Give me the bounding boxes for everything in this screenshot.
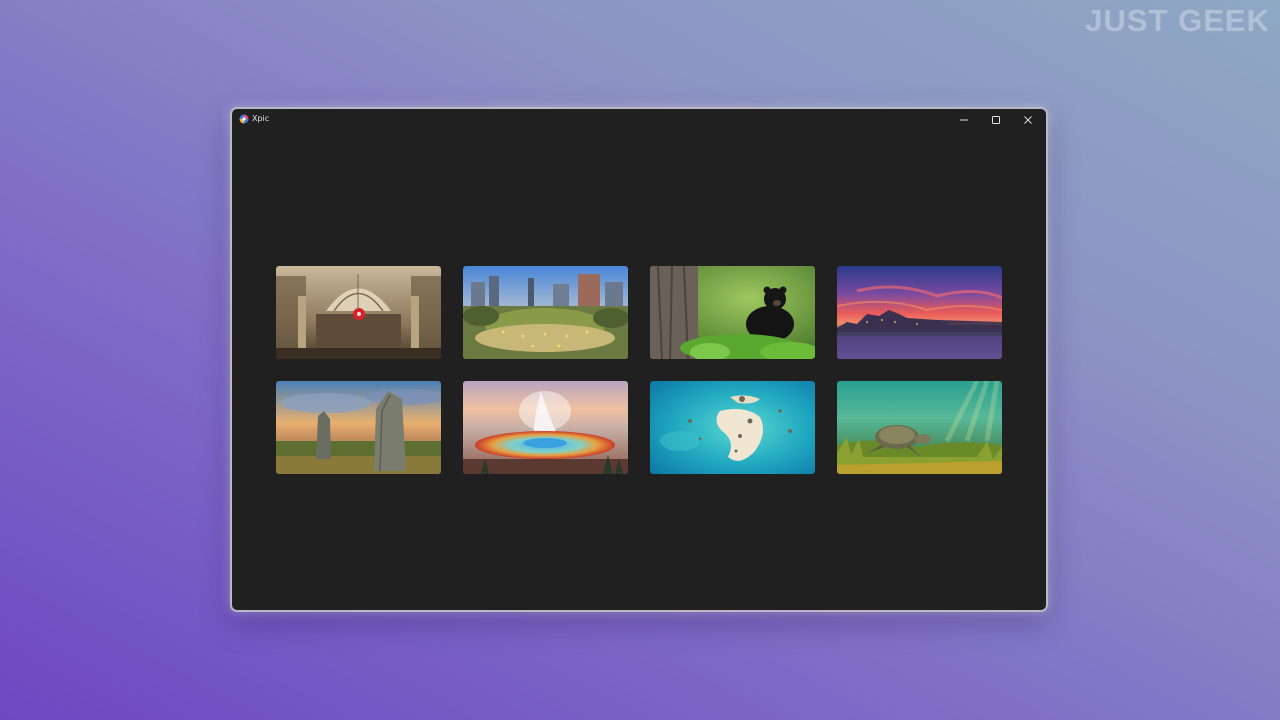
wallpaper-grid bbox=[232, 109, 1046, 610]
riverside-chateau-sunset-thumbnail[interactable] bbox=[837, 266, 1002, 359]
black-bear-forest-thumbnail[interactable] bbox=[650, 266, 815, 359]
xpic-window: Xpic bbox=[230, 107, 1048, 612]
watermark: JUST GEEK bbox=[1085, 3, 1270, 38]
hot-spring-geyser-thumbnail[interactable] bbox=[463, 381, 628, 474]
sea-turtle-thumbnail[interactable] bbox=[837, 381, 1002, 474]
tropical-sandbar-thumbnail[interactable] bbox=[650, 381, 815, 474]
standing-stones-thumbnail[interactable] bbox=[276, 381, 441, 474]
train-station-hall-thumbnail[interactable] bbox=[276, 266, 441, 359]
city-square-dusk-thumbnail[interactable] bbox=[463, 266, 628, 359]
